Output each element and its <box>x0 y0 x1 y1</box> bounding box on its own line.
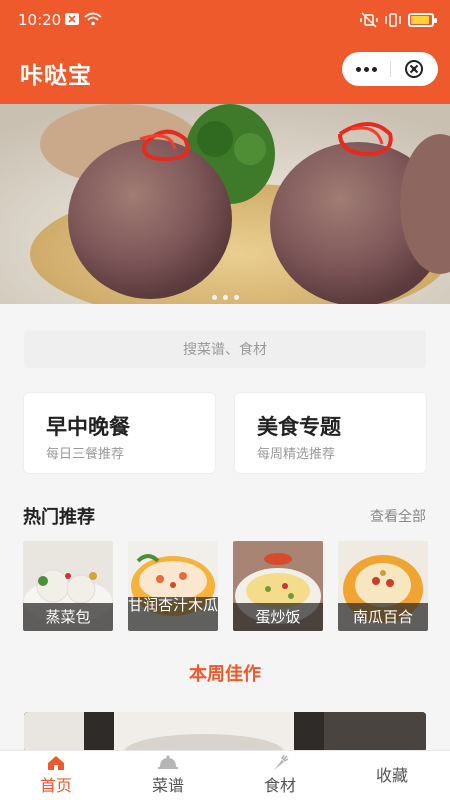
carrot-icon <box>274 755 289 770</box>
recipe-name: 南瓜百合 <box>338 603 428 631</box>
carousel-indicator <box>0 295 450 300</box>
home-icon <box>48 756 64 770</box>
card-title: 早中晚餐 <box>46 415 130 439</box>
recipe-name: 甘润杏汁木瓜 <box>128 597 218 631</box>
page-title: 咔哒宝 <box>20 63 92 89</box>
weekly-photo <box>24 712 426 752</box>
mute-icon <box>360 12 378 32</box>
cloche-icon <box>158 755 178 769</box>
card-subtitle: 每周精选推荐 <box>257 447 336 462</box>
dot-icon <box>363 66 369 72</box>
tab-label: 首页 <box>39 776 72 795</box>
tab-favorites[interactable]: 收藏 <box>336 751 448 800</box>
meal-card[interactable]: 早中晚餐 每日三餐推荐 <box>23 392 216 474</box>
see-all-link[interactable]: 查看全部 <box>370 506 426 526</box>
card-subtitle: 每日三餐推荐 <box>46 447 125 462</box>
more-button[interactable] <box>342 52 390 86</box>
dot-icon <box>371 66 377 72</box>
recipe-name: 蒸菜包 <box>23 603 113 631</box>
status-time: 10:20 <box>18 11 62 29</box>
banner-carousel[interactable] <box>0 104 450 304</box>
card-title: 美食专题 <box>257 415 341 439</box>
close-button[interactable] <box>390 52 438 86</box>
weekly-image[interactable] <box>24 712 426 752</box>
section-title: 热门推荐 <box>23 507 95 528</box>
title-bar: 10:20 咔哒宝 <box>0 0 450 104</box>
carousel-dot[interactable] <box>233 295 239 300</box>
vibrate-icon <box>384 12 402 32</box>
recipe-item[interactable]: 甘润杏汁木瓜 <box>128 541 218 631</box>
tab-label: 菜谱 <box>151 776 184 795</box>
wifi-icon <box>84 12 102 30</box>
recipe-item[interactable]: 南瓜百合 <box>338 541 428 631</box>
weekly-section-title: 本周佳作 <box>189 664 261 685</box>
battery-icon <box>408 13 437 27</box>
close-circle-icon <box>405 60 423 78</box>
recipe-item[interactable]: 蛋炒饭 <box>233 541 323 631</box>
search-input[interactable]: 搜菜谱、食材 <box>24 330 426 368</box>
miniprogram-capsule <box>342 52 438 86</box>
carousel-dot[interactable] <box>222 295 228 300</box>
tab-label: 收藏 <box>375 766 408 785</box>
tab-bar: 首页 菜谱 食材 收藏 <box>0 750 450 800</box>
notification-icon <box>64 12 80 30</box>
status-bar: 10:20 <box>0 0 450 40</box>
tab-ingredients[interactable]: 食材 <box>224 751 336 800</box>
tab-home[interactable]: 首页 <box>0 751 112 800</box>
banner-image <box>0 104 450 304</box>
carousel-dot[interactable] <box>211 295 217 300</box>
recipe-item[interactable]: 蒸菜包 <box>23 541 113 631</box>
topic-card[interactable]: 美食专题 每周精选推荐 <box>234 392 427 474</box>
tab-recipes[interactable]: 菜谱 <box>112 751 224 800</box>
tab-label: 食材 <box>263 776 296 795</box>
dot-icon <box>355 66 361 72</box>
recipe-name: 蛋炒饭 <box>233 603 323 631</box>
